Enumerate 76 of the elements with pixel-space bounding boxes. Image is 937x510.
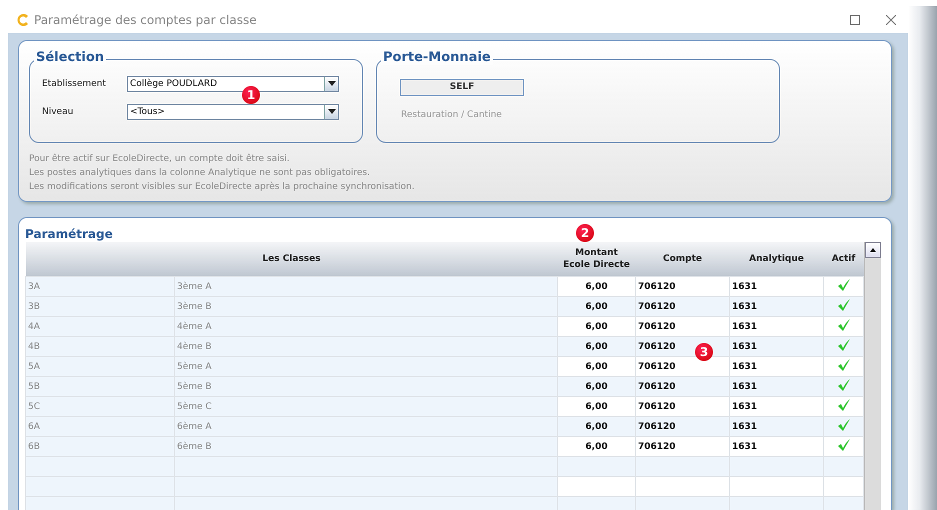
table-cell: 706120 xyxy=(636,416,730,436)
table-cell: 706120 xyxy=(636,356,730,376)
info-note: Pour être actif sur EcoleDirecte, un compte doit être saisi. xyxy=(29,154,291,165)
window-title: Paramétrage des comptes par classe xyxy=(34,12,257,26)
table-cell: 5ème A xyxy=(174,356,558,376)
table-cell: 4B xyxy=(26,336,174,356)
table-cell: 1631 xyxy=(730,436,824,456)
scroll-up-icon[interactable] xyxy=(870,248,876,252)
checkmark-icon xyxy=(836,438,850,452)
table-cell: 6A xyxy=(26,416,174,436)
table-cell: 1631 xyxy=(730,356,824,376)
table-cell: 4A xyxy=(26,316,174,336)
column-header[interactable]: Compte xyxy=(636,242,730,276)
table-cell: 706120 xyxy=(636,376,730,396)
checkmark-icon xyxy=(836,338,850,352)
checkmark-icon xyxy=(836,378,850,392)
scrollbar[interactable] xyxy=(864,242,881,510)
table-cell: 6,00 xyxy=(558,436,636,456)
table-cell: 6ème B xyxy=(174,436,558,456)
table-cell: 1631 xyxy=(730,416,824,436)
table-cell: 6,00 xyxy=(558,296,636,316)
checkmark-icon xyxy=(836,318,850,332)
table-cell: 1631 xyxy=(730,376,824,396)
table-cell: 3B xyxy=(26,296,174,316)
table-cell: 706120 xyxy=(636,436,730,456)
table-cell: 6,00 xyxy=(558,276,636,296)
table-cell: 1631 xyxy=(730,336,824,356)
info-note: Les modifications seront visibles sur EcoleDirecte après la prochaine synchronisation. xyxy=(29,182,416,193)
wallet-caption: Restauration / Cantine xyxy=(401,110,503,120)
dropdown-arrow-icon[interactable] xyxy=(328,109,336,114)
maximize-icon[interactable] xyxy=(850,14,860,24)
column-header[interactable]: Actif xyxy=(824,242,864,276)
table-cell: 5B xyxy=(26,376,174,396)
table-cell: 6ème A xyxy=(174,416,558,436)
checkmark-icon xyxy=(836,418,850,432)
table-cell: 706120 xyxy=(636,396,730,416)
table-cell: 6,00 xyxy=(558,336,636,356)
table-cell: 5ème B xyxy=(174,376,558,396)
app-logo-icon xyxy=(16,12,30,26)
table-cell: 5A xyxy=(26,356,174,376)
column-header[interactable]: Montant Ecole Directe xyxy=(558,242,636,276)
table-cell: 1631 xyxy=(730,276,824,296)
table-cell: 3A xyxy=(26,276,174,296)
field-label: Etablissement xyxy=(42,78,107,88)
table-cell: 4ème A xyxy=(174,316,558,336)
table-cell: 3ème A xyxy=(174,276,558,296)
field-label: Niveau xyxy=(42,106,74,116)
column-header[interactable]: Les Classes xyxy=(26,242,558,276)
checkmark-icon xyxy=(836,298,850,312)
column-header[interactable]: Analytique xyxy=(730,242,824,276)
checkmark-icon xyxy=(836,398,850,412)
table-cell: 706120 xyxy=(636,276,730,296)
info-note: Les postes analytiques dans la colonne Analytique ne sont pas obligatoires. xyxy=(29,168,371,179)
checkmark-icon xyxy=(836,278,850,292)
dropdown-field[interactable]: Collège POUDLARD xyxy=(127,76,339,92)
self-button[interactable]: SELF xyxy=(400,78,524,96)
table-cell: 3ème B xyxy=(174,296,558,316)
table-cell: 5C xyxy=(26,396,174,416)
table-cell: 706120 xyxy=(636,316,730,336)
table-cell: 4ème B xyxy=(174,336,558,356)
table-cell: 6,00 xyxy=(558,416,636,436)
table-cell: 6,00 xyxy=(558,396,636,416)
table-cell: 1631 xyxy=(730,396,824,416)
table-cell: 6B xyxy=(26,436,174,456)
close-icon[interactable] xyxy=(886,14,896,24)
table-cell: 706120 xyxy=(636,296,730,316)
table-cell: 1631 xyxy=(730,316,824,336)
table-cell: 6,00 xyxy=(558,376,636,396)
table-cell: 6,00 xyxy=(558,356,636,376)
table-cell: 6,00 xyxy=(558,316,636,336)
table-cell: 5ème C xyxy=(174,396,558,416)
dropdown-arrow-icon[interactable] xyxy=(328,81,336,86)
table-cell: 1631 xyxy=(730,296,824,316)
dropdown-field[interactable]: <Tous> xyxy=(127,104,339,120)
checkmark-icon xyxy=(836,358,850,372)
panel-title: Paramétrage xyxy=(25,227,113,241)
